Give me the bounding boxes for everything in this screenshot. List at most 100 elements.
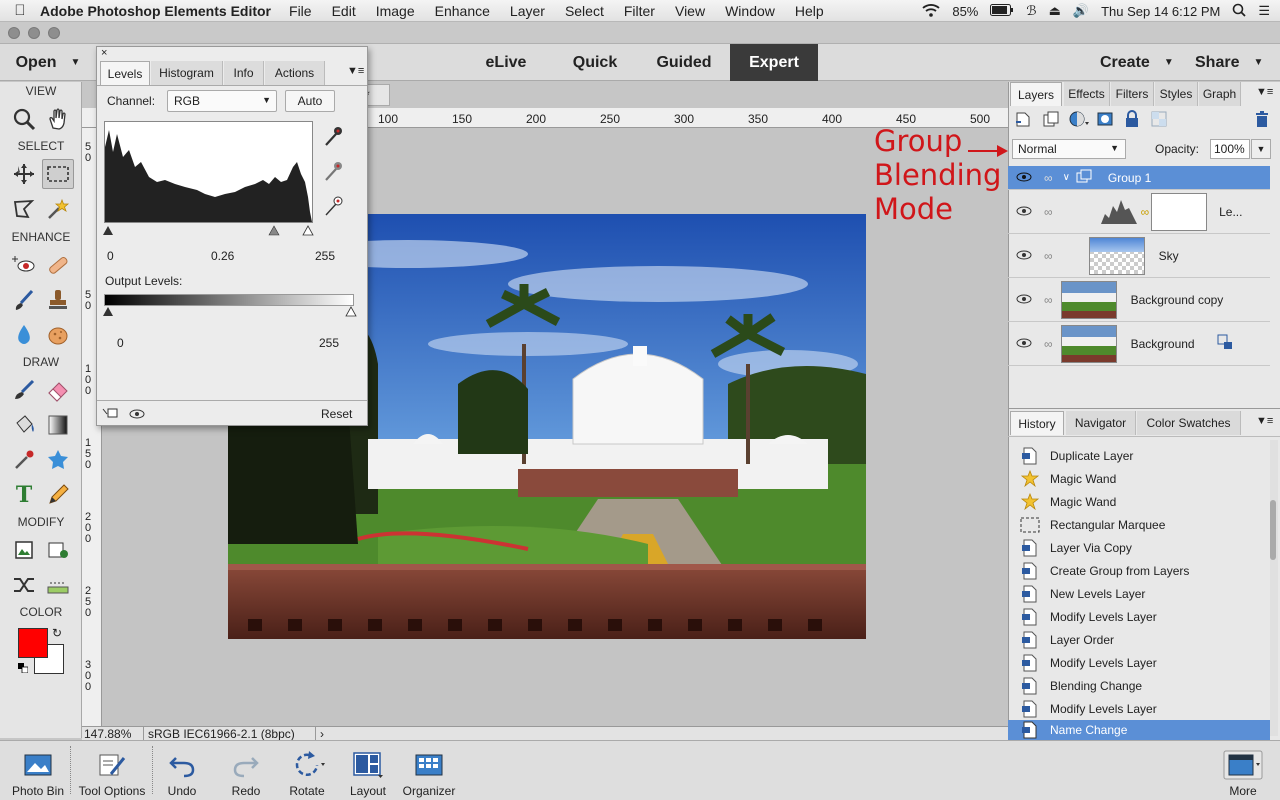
visibility-eye-icon[interactable] bbox=[1016, 337, 1032, 351]
visibility-eye-icon[interactable] bbox=[1016, 171, 1032, 185]
battery-percent[interactable]: 85% bbox=[952, 4, 978, 19]
menu-view[interactable]: View bbox=[675, 3, 705, 19]
straighten-tool-icon[interactable] bbox=[42, 570, 74, 600]
link-icon[interactable]: ∞ bbox=[1044, 293, 1053, 307]
lasso-tool-icon[interactable] bbox=[8, 194, 40, 224]
custom-shape-icon[interactable] bbox=[42, 445, 74, 475]
tab-effects[interactable]: Effects bbox=[1064, 82, 1110, 106]
layer-name[interactable]: Background bbox=[1131, 337, 1195, 351]
history-item[interactable]: New Levels Layer bbox=[1020, 582, 1270, 605]
mode-expert[interactable]: Expert bbox=[730, 44, 818, 81]
close-window-button[interactable] bbox=[8, 26, 20, 39]
output-black-value[interactable]: 0 bbox=[117, 336, 124, 350]
menu-layer[interactable]: Layer bbox=[510, 3, 545, 19]
menu-file[interactable]: File bbox=[289, 3, 312, 19]
menu-image[interactable]: Image bbox=[376, 3, 415, 19]
zoom-tool-icon[interactable] bbox=[8, 104, 40, 134]
move-tool-icon[interactable] bbox=[8, 159, 40, 189]
content-aware-move-icon[interactable] bbox=[8, 570, 40, 600]
history-item[interactable]: Duplicate Layer bbox=[1020, 444, 1270, 467]
history-item[interactable]: Layer Order bbox=[1020, 628, 1270, 651]
eyedropper-tool-icon[interactable] bbox=[8, 445, 40, 475]
history-item[interactable]: Create Group from Layers bbox=[1020, 559, 1270, 582]
history-item[interactable]: Magic Wand bbox=[1020, 490, 1270, 513]
input-level-sliders[interactable] bbox=[103, 225, 315, 237]
tool-options-button[interactable]: Tool Options bbox=[74, 744, 150, 798]
menu-window[interactable]: Window bbox=[725, 3, 775, 19]
blur-tool-icon[interactable] bbox=[8, 320, 40, 350]
opacity-input[interactable]: 100% bbox=[1210, 139, 1250, 159]
clip-to-layer-icon[interactable] bbox=[101, 407, 119, 422]
menu-filter[interactable]: Filter bbox=[624, 3, 655, 19]
layer-name[interactable]: Background copy bbox=[1131, 293, 1224, 307]
tab-histogram[interactable]: Histogram bbox=[151, 61, 223, 85]
tab-layers[interactable]: Layers bbox=[1010, 82, 1062, 106]
more-button[interactable]: More bbox=[1218, 744, 1268, 798]
status-menu-chevron-icon[interactable]: › bbox=[320, 727, 324, 741]
tab-info[interactable]: Info bbox=[224, 61, 264, 85]
zoom-level[interactable]: 147.88% bbox=[84, 726, 144, 741]
tab-history[interactable]: History bbox=[1010, 411, 1064, 435]
smart-brush-icon[interactable] bbox=[8, 285, 40, 315]
chevron-down-icon[interactable]: ∨ bbox=[1063, 172, 1070, 183]
tab-navigator[interactable]: Navigator bbox=[1066, 411, 1136, 435]
clone-stamp-icon[interactable] bbox=[42, 285, 74, 315]
paint-bucket-icon[interactable] bbox=[8, 410, 40, 440]
layout-button[interactable]: Layout bbox=[346, 744, 390, 798]
input-black-value[interactable]: 0 bbox=[107, 249, 114, 263]
mode-quick[interactable]: Quick bbox=[552, 44, 638, 81]
redo-button[interactable]: Redo bbox=[226, 744, 266, 798]
tab-styles[interactable]: Styles bbox=[1155, 82, 1198, 106]
open-button[interactable]: Open ▼ bbox=[0, 44, 96, 81]
output-level-sliders[interactable] bbox=[103, 306, 359, 318]
lock-all-icon[interactable] bbox=[1124, 110, 1140, 131]
menu-enhance[interactable]: Enhance bbox=[435, 3, 490, 19]
default-colors-icon[interactable] bbox=[18, 662, 29, 674]
eject-icon[interactable]: ⏏ bbox=[1049, 3, 1061, 19]
blend-mode-select[interactable]: Normal ▼ bbox=[1012, 139, 1126, 159]
pencil-tool-icon[interactable] bbox=[42, 480, 74, 510]
notification-center-icon[interactable]: ☰ bbox=[1258, 3, 1270, 19]
history-item[interactable]: Rectangular Marquee bbox=[1020, 513, 1270, 536]
tab-color-swatches[interactable]: Color Swatches bbox=[1137, 411, 1241, 435]
photo-bin-button[interactable]: Photo Bin bbox=[6, 744, 70, 798]
tab-graphics[interactable]: Graph bbox=[1199, 82, 1241, 106]
brush-tool-icon[interactable] bbox=[8, 375, 40, 405]
tab-actions[interactable]: Actions bbox=[265, 61, 325, 85]
magic-wand-icon[interactable] bbox=[42, 194, 74, 224]
link-icon[interactable]: ∞ bbox=[1044, 205, 1053, 219]
panel-menu-icon[interactable]: ▼≡ bbox=[1256, 86, 1273, 98]
layer-row-group[interactable]: ∞ ∨ Group 1 bbox=[1008, 166, 1270, 190]
panel-menu-icon[interactable]: ▼≡ bbox=[347, 65, 364, 77]
input-gamma-value[interactable]: 0.26 bbox=[211, 249, 234, 263]
recompose-tool-icon[interactable] bbox=[42, 535, 74, 565]
volume-icon[interactable]: 🔊 bbox=[1073, 3, 1089, 19]
visibility-eye-icon[interactable] bbox=[1016, 249, 1032, 263]
visibility-eye-icon[interactable] bbox=[1016, 293, 1032, 307]
black-eyedropper-icon[interactable] bbox=[323, 125, 343, 150]
visibility-eye-icon[interactable] bbox=[129, 408, 145, 422]
eraser-tool-icon[interactable] bbox=[42, 375, 74, 405]
sponge-tool-icon[interactable] bbox=[42, 320, 74, 350]
gradient-tool-icon[interactable] bbox=[42, 410, 74, 440]
type-tool-icon[interactable]: T bbox=[8, 480, 40, 510]
layer-row-background-copy[interactable]: ∞ Background copy bbox=[1008, 278, 1270, 322]
hand-tool-icon[interactable] bbox=[42, 104, 74, 134]
mode-elive[interactable]: eLive bbox=[462, 44, 550, 81]
history-item[interactable]: Modify Levels Layer bbox=[1020, 697, 1270, 720]
organizer-button[interactable]: Organizer bbox=[398, 744, 460, 798]
tab-levels[interactable]: Levels bbox=[100, 61, 150, 85]
battery-icon[interactable] bbox=[990, 3, 1014, 19]
history-item[interactable]: Layer Via Copy bbox=[1020, 536, 1270, 559]
history-item-selected[interactable]: Name Change bbox=[1008, 720, 1270, 740]
wifi-icon[interactable] bbox=[922, 3, 940, 20]
tab-filters[interactable]: Filters bbox=[1111, 82, 1154, 106]
layer-thumbnail[interactable] bbox=[1060, 280, 1117, 319]
history-item[interactable]: Modify Levels Layer bbox=[1020, 651, 1270, 674]
red-eye-icon[interactable] bbox=[8, 250, 40, 280]
rotate-button[interactable]: Rotate bbox=[284, 744, 330, 798]
new-layer-icon[interactable] bbox=[1014, 110, 1032, 131]
menu-select[interactable]: Select bbox=[565, 3, 604, 19]
gray-eyedropper-icon[interactable] bbox=[323, 160, 343, 185]
layer-row-levels[interactable]: ∞ ∞ Le... bbox=[1008, 190, 1270, 234]
